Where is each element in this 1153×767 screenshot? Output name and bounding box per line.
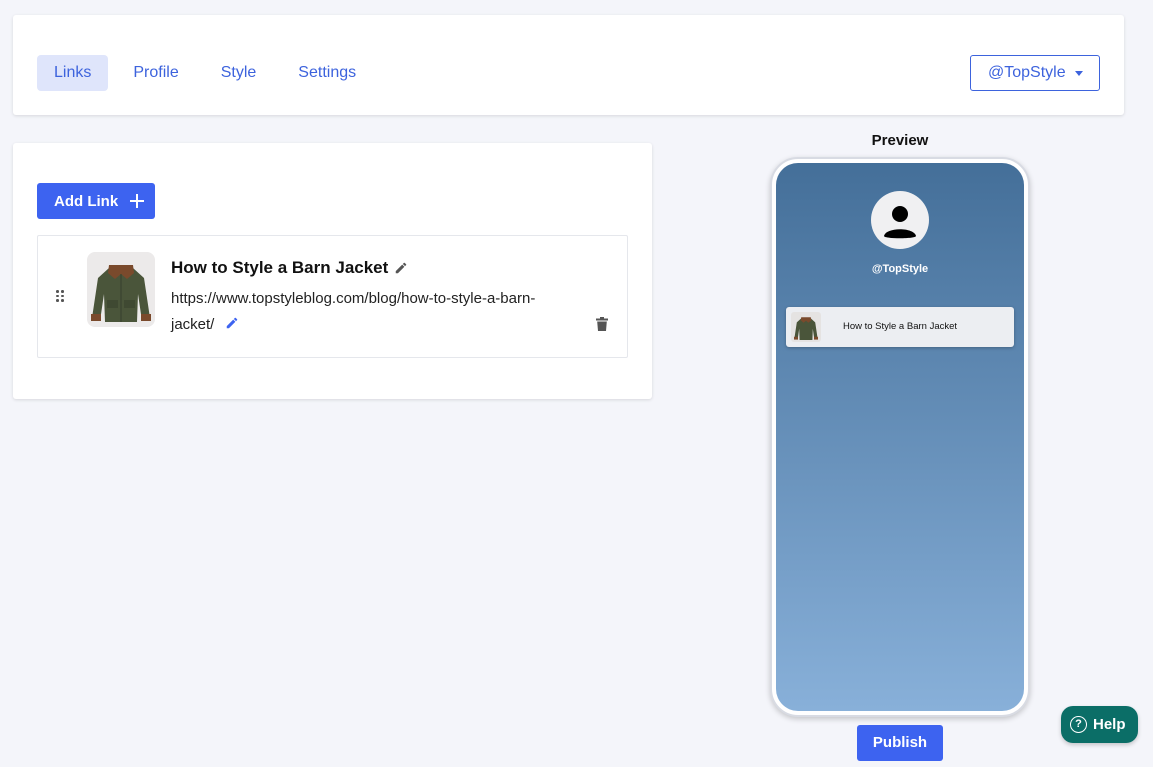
avatar-user-icon xyxy=(871,191,929,249)
preview-link-button[interactable]: How to Style a Barn Jacket xyxy=(786,307,1014,347)
phone-screen: @TopStyle How to Style a Barn Jacket xyxy=(776,163,1024,711)
plus-icon xyxy=(130,194,145,208)
link-thumbnail xyxy=(87,252,155,327)
drag-handle-icon[interactable] xyxy=(56,290,66,302)
account-dropdown-value: @TopStyle xyxy=(988,64,1066,81)
link-url-row: https://www.topstyleblog.com/blog/how-to… xyxy=(171,286,571,338)
tab-settings[interactable]: Settings xyxy=(281,55,373,91)
publish-button[interactable]: Publish xyxy=(857,725,943,761)
help-label: Help xyxy=(1093,716,1126,733)
help-question-icon: ? xyxy=(1070,716,1087,733)
tab-list: Links Profile Style Settings xyxy=(37,55,381,91)
phone-preview: @TopStyle How to Style a Barn Jacket xyxy=(770,157,1030,717)
preview-link-title: How to Style a Barn Jacket xyxy=(842,321,958,332)
links-editor-panel: Add Link How to Style a Barn Jacket http… xyxy=(13,143,652,399)
link-title: How to Style a Barn Jacket xyxy=(171,258,389,277)
link-title-row: How to Style a Barn Jacket xyxy=(171,258,408,278)
tab-style[interactable]: Style xyxy=(204,55,274,91)
tab-profile[interactable]: Profile xyxy=(116,55,195,91)
top-navigation-bar: Links Profile Style Settings @TopStyle xyxy=(13,15,1124,115)
preview-heading: Preview xyxy=(871,132,929,149)
edit-title-pencil-icon[interactable] xyxy=(394,261,408,275)
account-dropdown[interactable]: @TopStyle xyxy=(970,55,1100,91)
tab-links[interactable]: Links xyxy=(37,55,109,91)
caret-down-icon xyxy=(1075,71,1083,76)
add-link-label: Add Link xyxy=(54,192,119,210)
link-item: How to Style a Barn Jacket https://www.t… xyxy=(37,235,628,358)
add-link-button[interactable]: Add Link xyxy=(37,183,155,219)
delete-trash-icon[interactable] xyxy=(596,317,608,336)
preview-handle: @TopStyle xyxy=(871,263,929,275)
help-button[interactable]: ? Help xyxy=(1061,706,1138,743)
edit-url-pencil-icon[interactable] xyxy=(225,316,239,330)
